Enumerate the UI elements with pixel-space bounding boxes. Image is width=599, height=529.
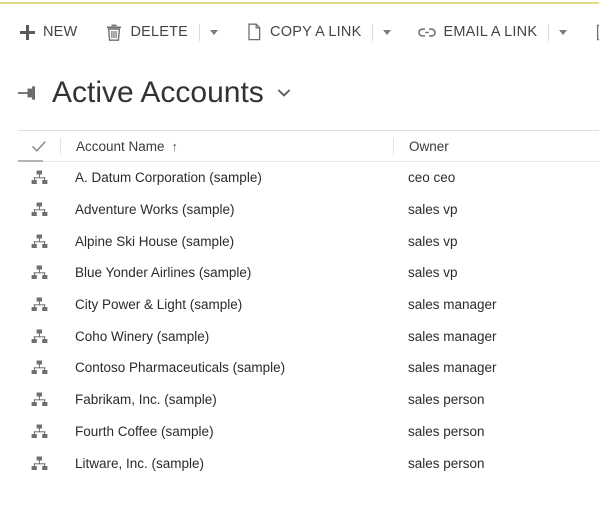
run-report-button[interactable]: RUN REPORT [576,14,599,50]
cell-owner: sales vp [393,234,599,249]
column-header-account-name-label: Account Name [76,139,165,154]
view-header: Active Accounts [0,70,292,116]
top-accent-line [0,2,599,4]
plus-icon [18,23,36,41]
page-title[interactable]: Active Accounts [52,78,264,108]
org-chart-icon [18,456,60,471]
grid-body: A. Datum Corporation (sample) ceo ceo Ad… [18,162,599,479]
command-separator [548,24,549,41]
table-row[interactable]: Fabrikam, Inc. (sample) sales person [18,384,599,416]
org-chart-icon [18,392,60,407]
table-row[interactable]: Adventure Works (sample) sales vp [18,194,599,226]
email-a-link-button[interactable]: EMAIL A LINK [400,14,547,50]
table-row[interactable]: Alpine Ski House (sample) sales vp [18,225,599,257]
table-row[interactable]: Blue Yonder Airlines (sample) sales vp [18,257,599,289]
command-bar: NEW DELETE [0,14,599,50]
cell-account-name: Coho Winery (sample) [60,329,393,344]
page-icon [245,23,263,41]
delete-dropdown-button[interactable] [201,14,227,50]
cell-owner: sales person [393,424,599,439]
command-group-email-a-link: EMAIL A LINK [400,14,576,50]
cell-account-name: Adventure Works (sample) [60,202,393,217]
pushpin-icon[interactable] [16,80,42,106]
table-row[interactable]: Contoso Pharmaceuticals (sample) sales m… [18,352,599,384]
chevron-down-icon [559,30,567,35]
org-chart-icon [18,170,60,185]
cell-account-name: Fourth Coffee (sample) [60,424,393,439]
column-header-account-name[interactable]: Account Name ↑ [60,138,393,155]
copy-a-link-button-label: COPY A LINK [270,25,361,40]
org-chart-icon [18,329,60,344]
chevron-down-icon [383,30,391,35]
cell-owner: sales manager [393,329,599,344]
command-group-run-report: RUN REPORT [576,14,599,50]
org-chart-icon [18,265,60,280]
org-chart-icon [18,234,60,249]
table-row[interactable]: Litware, Inc. (sample) sales person [18,447,599,479]
column-header-owner-label: Owner [409,139,449,154]
command-separator [372,24,373,41]
cell-account-name: Litware, Inc. (sample) [60,456,393,471]
org-chart-icon [18,297,60,312]
sort-ascending-icon: ↑ [172,140,179,153]
table-row[interactable]: Fourth Coffee (sample) sales person [18,416,599,448]
cell-account-name: Alpine Ski House (sample) [60,234,393,249]
cell-account-name: Blue Yonder Airlines (sample) [60,265,393,280]
accounts-grid: Account Name ↑ Owner A. Datum Corporatio… [18,130,599,479]
email-a-link-button-label: EMAIL A LINK [443,25,537,40]
table-row[interactable]: City Power & Light (sample) sales manage… [18,289,599,321]
link-icon [418,23,436,41]
org-chart-icon [18,202,60,217]
column-header-owner[interactable]: Owner [393,138,599,155]
chevron-down-icon [210,30,218,35]
command-group-delete: DELETE [87,14,227,50]
delete-button-label: DELETE [130,25,188,40]
cell-owner: sales vp [393,265,599,280]
command-separator [199,24,200,41]
cell-account-name: Contoso Pharmaceuticals (sample) [60,360,393,375]
copy-a-link-dropdown-button[interactable] [374,14,400,50]
cell-owner: sales vp [393,202,599,217]
command-group-new: NEW [0,14,87,50]
cell-owner: sales person [393,456,599,471]
delete-button[interactable]: DELETE [87,14,198,50]
command-group-copy-a-link: COPY A LINK [227,14,400,50]
table-row[interactable]: A. Datum Corporation (sample) ceo ceo [18,162,599,194]
cell-owner: sales manager [393,297,599,312]
cell-owner: sales person [393,392,599,407]
cell-owner: sales manager [393,360,599,375]
email-a-link-dropdown-button[interactable] [550,14,576,50]
org-chart-icon [18,360,60,375]
cell-account-name: A. Datum Corporation (sample) [60,170,393,185]
org-chart-icon [18,424,60,439]
new-button-label: NEW [43,25,77,40]
cell-owner: ceo ceo [393,170,599,185]
trash-icon [105,23,123,41]
grid-header-row: Account Name ↑ Owner [18,130,599,162]
table-row[interactable]: Coho Winery (sample) sales manager [18,320,599,352]
select-all-checkbox[interactable] [18,140,60,153]
cell-account-name: City Power & Light (sample) [60,297,393,312]
view-selector-chevron-down-icon[interactable] [276,85,292,101]
new-button[interactable]: NEW [0,14,87,50]
copy-a-link-button[interactable]: COPY A LINK [227,14,371,50]
cell-account-name: Fabrikam, Inc. (sample) [60,392,393,407]
report-icon [594,23,599,41]
